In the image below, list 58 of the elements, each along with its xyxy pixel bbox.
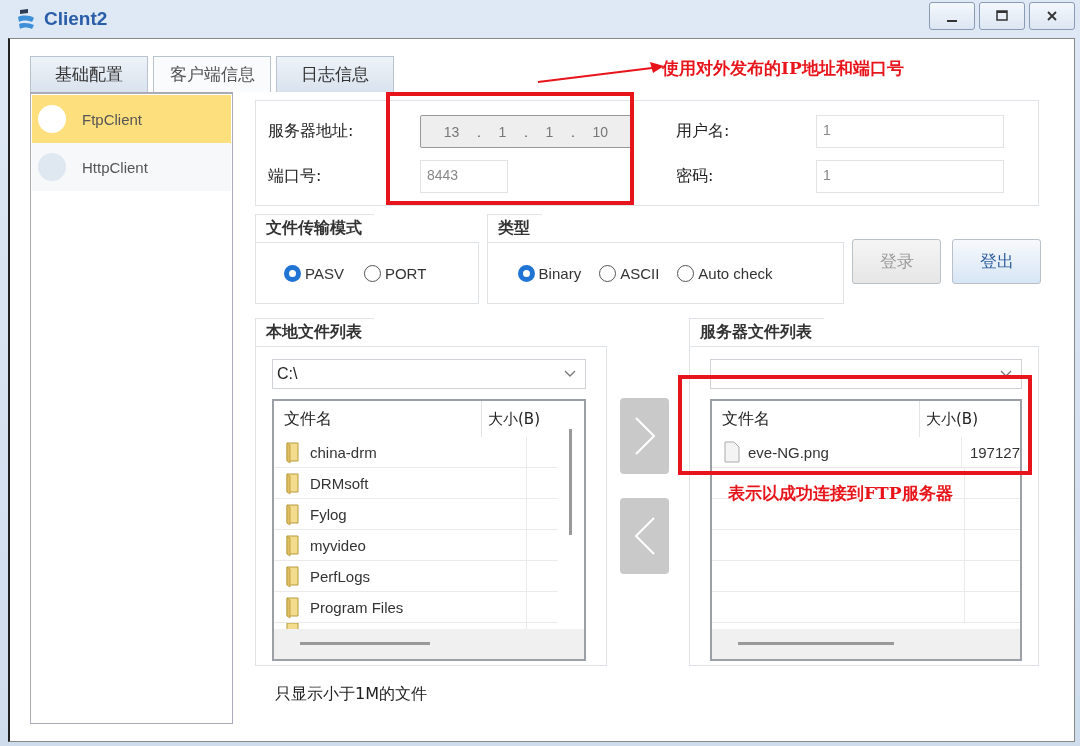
sidebar-item[interactable]: HttpClient <box>32 143 231 191</box>
annotation-text: 表示以成功连接到FTP服务器 <box>728 482 953 505</box>
field-label: 密码: <box>676 166 715 187</box>
field-label: 端口号: <box>268 166 323 187</box>
tab[interactable]: 客户端信息 <box>153 56 271 92</box>
group-title: 类型 <box>486 214 542 243</box>
window-title: Client2 <box>44 8 108 30</box>
group-title: 文件传输模式 <box>255 214 374 243</box>
ip-separator: . <box>477 123 481 140</box>
radio-option[interactable]: ASCII <box>599 264 660 282</box>
password-field[interactable]: 1 <box>816 160 1004 193</box>
scrollbar[interactable] <box>738 642 894 645</box>
radio-option[interactable]: Binary <box>517 264 582 282</box>
column-header: 大小(B) <box>925 409 978 429</box>
ip-separator: . <box>570 123 575 140</box>
file-icon <box>722 440 742 464</box>
scrollbar[interactable] <box>300 642 430 645</box>
download-button[interactable] <box>620 498 669 574</box>
file-row[interactable]: myvideo <box>274 530 558 561</box>
field-label: 用户名: <box>676 121 731 142</box>
file-row[interactable]: eve-NG.png 197127 <box>712 437 1020 468</box>
file-row[interactable]: DRMsoft <box>274 468 558 499</box>
column-header: 文件名 <box>712 401 920 437</box>
maximize-button[interactable] <box>979 2 1025 30</box>
username-field[interactable]: 1 <box>816 115 1004 148</box>
path-dropdown[interactable]: C:\ <box>272 359 586 389</box>
tab[interactable]: 日志信息 <box>276 56 394 92</box>
close-button[interactable] <box>1029 2 1075 30</box>
sidebar-item[interactable]: FtpClient <box>32 95 231 143</box>
minimize-icon <box>947 20 957 22</box>
upload-button[interactable] <box>620 398 669 474</box>
ip-address-field[interactable]: 13 . 1 . 1 . 10 <box>420 115 632 148</box>
ip-separator: . <box>524 123 528 140</box>
chevron-down-icon <box>563 369 577 379</box>
port-field[interactable]: 8443 <box>420 160 508 193</box>
radio-option[interactable]: PASV <box>284 264 344 282</box>
circle-icon <box>38 105 66 133</box>
file-row[interactable]: Fylog <box>274 499 558 530</box>
radio-option[interactable]: Auto check <box>677 264 773 282</box>
action-button[interactable]: 登出 <box>952 239 1041 284</box>
maximize-icon <box>995 9 1009 23</box>
column-header: 文件名 <box>274 401 482 437</box>
minimize-button[interactable] <box>929 2 975 30</box>
group-title: 本地文件列表 <box>255 318 374 347</box>
scrollbar[interactable] <box>569 429 572 535</box>
group-title: 服务器文件列表 <box>689 318 824 347</box>
annotation-text: 使用对外发布的IP地址和端口号 <box>662 57 904 80</box>
file-row[interactable]: PerfLogs <box>274 561 558 592</box>
file-row[interactable]: Program Files <box>274 592 558 623</box>
circle-icon <box>38 153 66 181</box>
footer-note: 只显示小于1M的文件 <box>274 684 428 705</box>
file-row[interactable]: china-drm <box>274 437 558 468</box>
radio-option[interactable]: PORT <box>363 264 427 282</box>
path-dropdown[interactable] <box>710 359 1022 389</box>
field-label: 服务器地址: <box>268 121 355 142</box>
column-header: 大小(B) <box>487 409 540 429</box>
tab[interactable]: 基础配置 <box>30 56 148 92</box>
close-icon <box>1045 9 1059 23</box>
